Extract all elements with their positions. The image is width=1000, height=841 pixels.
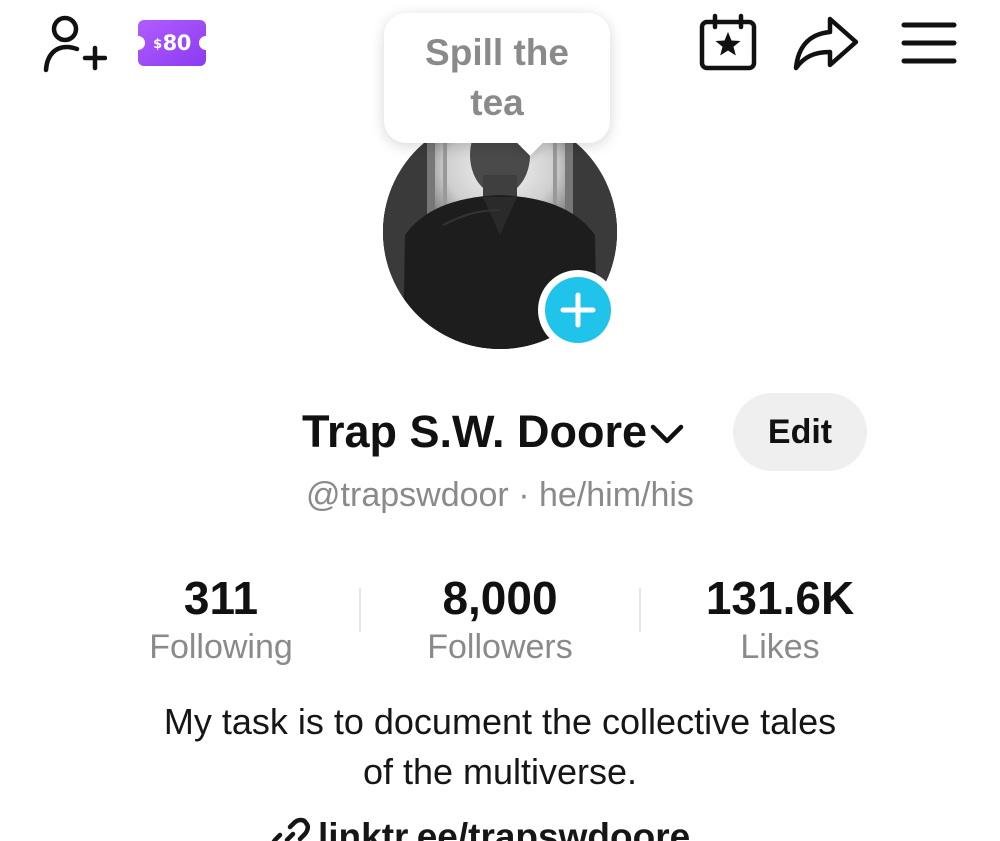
menu-icon — [901, 22, 957, 64]
profile-bio: My task is to document the collective ta… — [0, 697, 1000, 797]
following-label: Following — [149, 628, 293, 666]
link-text: linktr.ee/trapswdoore — [318, 816, 691, 841]
coupon-currency: $ — [153, 37, 162, 52]
spill-the-tea-tooltip[interactable]: Spill the tea — [384, 13, 610, 143]
add-avatar-circle — [545, 277, 611, 343]
stat-divider — [639, 588, 641, 632]
add-friend-icon — [43, 15, 107, 73]
plus-icon — [560, 292, 596, 328]
share-button[interactable] — [788, 10, 864, 76]
bio-line-2: of the multiverse. — [362, 751, 638, 792]
chevron-down-icon — [650, 424, 684, 444]
display-name: Trap S.W. Doore — [302, 406, 648, 457]
menu-button[interactable] — [894, 10, 964, 76]
add-avatar-button[interactable] — [538, 270, 618, 350]
coupon-value: 80 — [162, 31, 192, 55]
bio-line-1: My task is to document the collective ta… — [163, 701, 837, 742]
edit-profile-button[interactable]: Edit — [733, 393, 867, 471]
add-friend-button[interactable] — [34, 10, 110, 76]
stat-followers[interactable]: 8,000 Followers — [380, 568, 620, 665]
share-icon — [793, 16, 859, 71]
likes-count: 131.6K — [705, 572, 855, 624]
stat-divider — [359, 588, 361, 632]
stat-following[interactable]: 311 Following — [101, 568, 341, 665]
calendar-button[interactable] — [692, 10, 764, 76]
coupon-badge[interactable]: $80 — [138, 20, 206, 66]
display-name-dropdown[interactable]: Trap S.W. Doore — [302, 402, 685, 462]
followers-count: 8,000 — [442, 572, 558, 624]
profile-link[interactable]: linktr.ee/trapswdoore — [270, 812, 690, 841]
link-icon — [271, 817, 310, 841]
tooltip-text: Spill the tea — [425, 32, 569, 123]
followers-label: Followers — [427, 628, 573, 666]
username-pronouns: @trapswdoor · he/him/his — [306, 476, 694, 514]
calendar-star-icon — [699, 13, 757, 71]
coupon-amount: $80 — [138, 20, 206, 66]
likes-label: Likes — [740, 628, 820, 666]
profile-screen: $80 Spill the tea Trap S.W. Doore Edit @… — [0, 0, 1000, 841]
stat-likes[interactable]: 131.6K Likes — [660, 568, 900, 665]
following-count: 311 — [183, 572, 259, 624]
